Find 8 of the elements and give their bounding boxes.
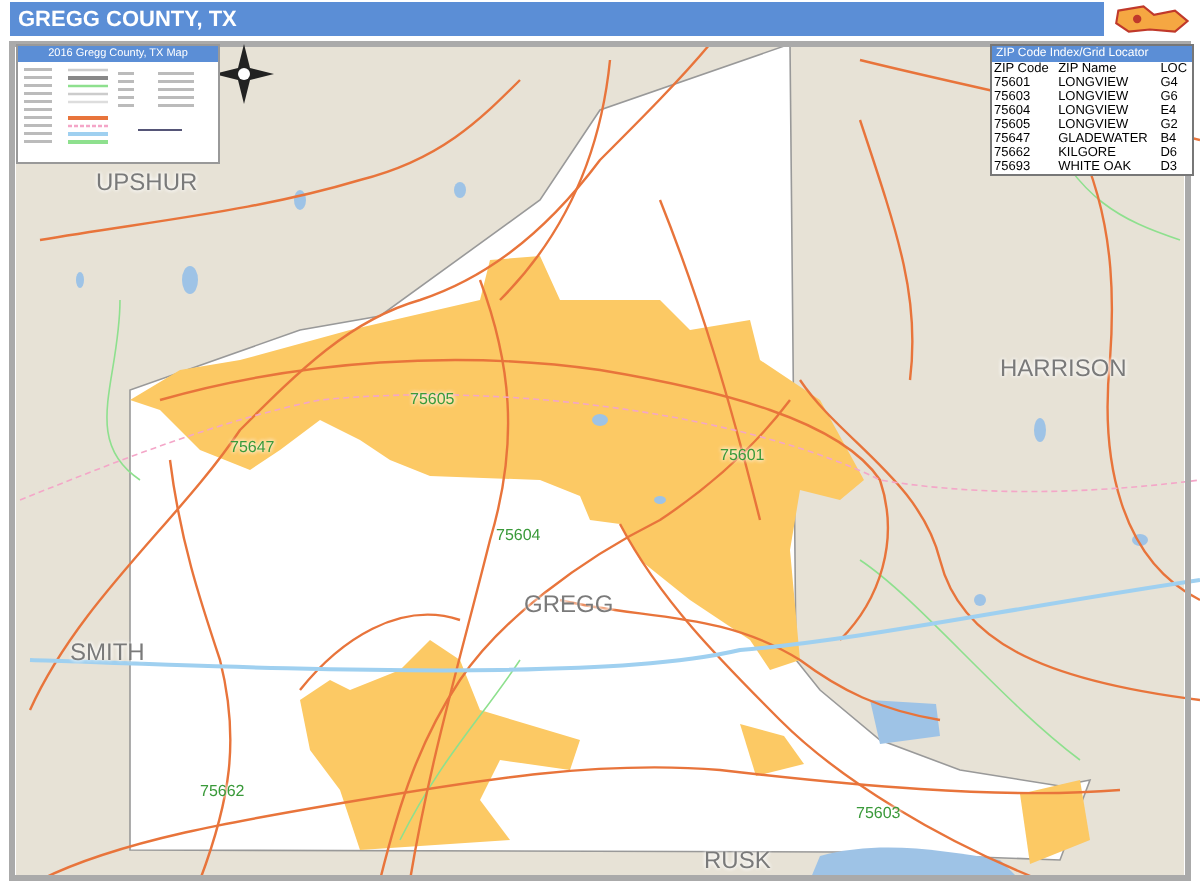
zip-code-label: 75605 (410, 392, 455, 408)
zip-code-label: 75603 (856, 806, 901, 822)
zip-code-label: 75647 (230, 440, 275, 456)
zip-code-label: 75604 (496, 528, 541, 544)
zip-code-label: 75601 (720, 448, 765, 464)
county-label: UPSHUR (96, 170, 198, 194)
county-label: RUSK (704, 848, 771, 872)
map-title: GREGG COUNTY, TX (18, 7, 237, 31)
